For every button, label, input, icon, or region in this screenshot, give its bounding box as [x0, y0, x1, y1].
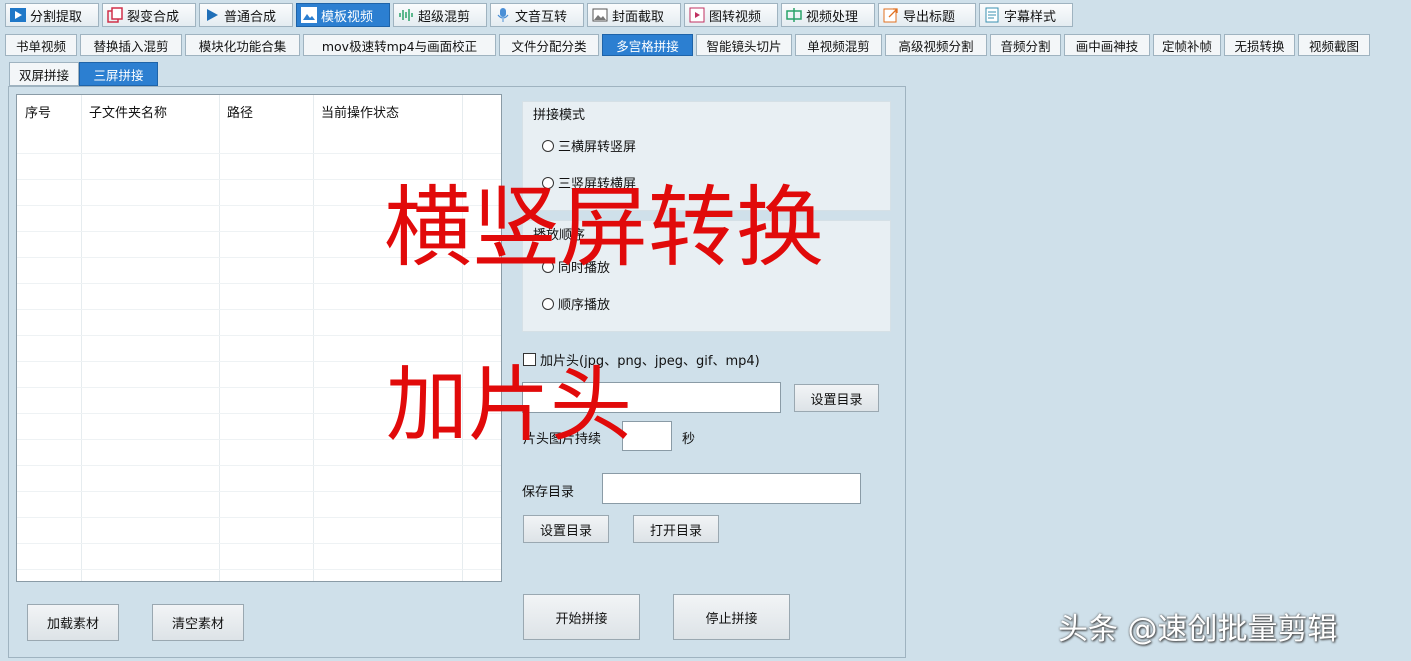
tab-pip[interactable]: 画中画神技 — [1064, 34, 1150, 56]
tab-module-collection[interactable]: 模块化功能合集 — [185, 34, 300, 56]
tab-mov-to-mp4[interactable]: mov极速转mp4与画面校正 — [303, 34, 496, 56]
list-row-line — [17, 517, 501, 518]
clear-material-button[interactable]: 清空素材 — [152, 604, 244, 641]
list-row-line — [17, 465, 501, 466]
toolbar-split-extract[interactable]: 分割提取 — [5, 3, 99, 27]
list-row-line — [17, 153, 501, 154]
save-dir-input[interactable] — [602, 473, 861, 504]
tab-replace-insert-mix[interactable]: 替换插入混剪 — [80, 34, 182, 56]
tab-lossless[interactable]: 无损转换 — [1224, 34, 1295, 56]
main-toolbar: 分割提取 裂变合成 普通合成 模板视频 超级混剪 文音互转 封面截取 图转视频 … — [0, 0, 1411, 30]
save-dir-label: 保存目录 — [522, 485, 575, 500]
list-row-line — [17, 569, 501, 570]
watermark: 头条 @速创批量剪辑 — [1058, 612, 1338, 647]
process-icon — [786, 7, 802, 23]
triangle-icon — [204, 7, 220, 23]
tab-book-video[interactable]: 书单视频 — [5, 34, 77, 56]
tab-advanced-split[interactable]: 高级视频分割 — [885, 34, 987, 56]
tab-smart-slice[interactable]: 智能镜头切片 — [696, 34, 792, 56]
radio-three-landscape-to-portrait[interactable]: 三横屏转竖屏 — [542, 136, 636, 155]
intro-set-dir-button[interactable]: 设置目录 — [794, 384, 879, 412]
tab-single-mix[interactable]: 单视频混剪 — [795, 34, 882, 56]
column-header-index[interactable]: 序号 — [17, 95, 81, 127]
column-header-path[interactable]: 路径 — [219, 95, 313, 127]
tab-frame-fill[interactable]: 定帧补帧 — [1153, 34, 1221, 56]
toolbar-subtitle-style[interactable]: 字幕样式 — [979, 3, 1073, 27]
open-dir-button[interactable]: 打开目录 — [633, 515, 719, 543]
column-header-subfolder[interactable]: 子文件夹名称 — [81, 95, 219, 127]
toolbar-template-video[interactable]: 模板视频 — [296, 3, 390, 27]
overlay-caption-1: 横竖屏转换 — [384, 176, 825, 279]
toolbar-image-to-video[interactable]: 图转视频 — [684, 3, 778, 27]
list-row-line — [17, 491, 501, 492]
export-icon — [883, 7, 899, 23]
column-header-status[interactable]: 当前操作状态 — [313, 95, 463, 127]
image-icon — [301, 7, 317, 23]
copy-icon — [107, 7, 123, 23]
radio-circle[interactable] — [542, 297, 554, 310]
tab-file-distribute[interactable]: 文件分配分类 — [499, 34, 599, 56]
list-row-line — [17, 283, 501, 284]
start-stitch-button[interactable]: 开始拼接 — [523, 594, 640, 640]
frame-icon — [689, 7, 705, 23]
stop-stitch-button[interactable]: 停止拼接 — [673, 594, 790, 640]
list-row-line — [17, 543, 501, 544]
toolbar-normal-merge[interactable]: 普通合成 — [199, 3, 293, 27]
microphone-icon — [495, 7, 511, 23]
mode-group-title: 拼接模式 — [533, 108, 586, 123]
toolbar-export-title[interactable]: 导出标题 — [878, 3, 976, 27]
material-list[interactable]: 序号 子文件夹名称 路径 当前操作状态 — [16, 94, 502, 582]
load-material-button[interactable]: 加载素材 — [27, 604, 119, 641]
tab-audio-split[interactable]: 音频分割 — [990, 34, 1061, 56]
tab-triple-screen[interactable]: 三屏拼接 — [79, 62, 158, 86]
radio-sequential[interactable]: 顺序播放 — [542, 294, 610, 313]
list-row-line — [17, 335, 501, 336]
list-row-line — [17, 309, 501, 310]
save-set-dir-button[interactable]: 设置目录 — [523, 515, 609, 543]
radio-circle[interactable] — [542, 139, 554, 152]
play-icon — [10, 7, 26, 23]
overlay-caption-2: 加片头 — [386, 358, 633, 453]
toolbar-video-process[interactable]: 视频处理 — [781, 3, 875, 27]
picture-icon — [592, 7, 608, 23]
tab-multi-grid[interactable]: 多宫格拼接 — [602, 34, 693, 56]
document-icon — [984, 7, 1000, 23]
toolbar-fission[interactable]: 裂变合成 — [102, 3, 196, 27]
tab-screenshot[interactable]: 视频截图 — [1298, 34, 1370, 56]
toolbar-super-mix[interactable]: 超级混剪 — [393, 3, 487, 27]
toolbar-cover-capture[interactable]: 封面截取 — [587, 3, 681, 27]
toolbar-text-audio[interactable]: 文音互转 — [490, 3, 584, 27]
waveform-icon — [398, 7, 414, 23]
intro-duration-unit: 秒 — [682, 432, 696, 447]
tab-dual-screen[interactable]: 双屏拼接 — [9, 62, 79, 86]
